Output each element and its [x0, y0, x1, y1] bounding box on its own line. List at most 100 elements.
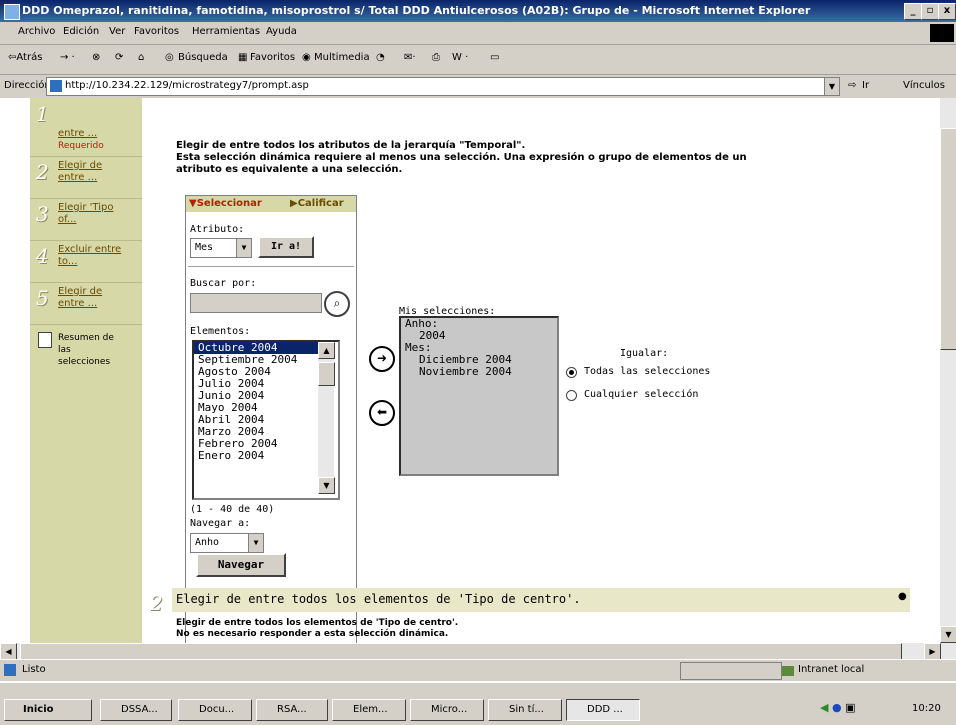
- search-icon[interactable]: ◎: [165, 52, 174, 63]
- scroll-right-icon[interactable]: ▶: [924, 643, 941, 660]
- selections-listbox[interactable]: Anho: 2004 Mes: Diciembre 2004 Noviembre…: [399, 316, 559, 476]
- maximize-button[interactable]: ▫: [921, 3, 939, 20]
- go-icon[interactable]: ⇨: [848, 80, 856, 91]
- discuss-icon[interactable]: ▭: [490, 52, 499, 63]
- nav-link[interactable]: entre ...: [58, 128, 97, 140]
- menu-herramientas[interactable]: Herramientas: [192, 26, 260, 37]
- task-button-7[interactable]: DDD ...: [566, 699, 640, 721]
- scroll-up-icon[interactable]: ▲: [318, 342, 335, 359]
- task-button-5[interactable]: Micro...: [410, 699, 484, 721]
- prompt-2-header[interactable]: Elegir de entre todos los elementos de '…: [172, 588, 910, 612]
- tray-icon[interactable]: ▣: [845, 701, 855, 714]
- task-button-2[interactable]: Docu...: [178, 699, 252, 721]
- search-input[interactable]: [190, 293, 322, 313]
- menu-ayuda[interactable]: Ayuda: [266, 26, 297, 37]
- history-icon[interactable]: ◔: [376, 52, 385, 63]
- navigate-button[interactable]: Navegar: [196, 553, 286, 577]
- status-text: Listo: [22, 664, 46, 675]
- task-button-1[interactable]: DSSA...: [100, 699, 172, 721]
- stop-icon[interactable]: ⊗: [92, 52, 100, 63]
- go-to-button[interactable]: Ir a!: [258, 236, 314, 258]
- page-status-icon: [4, 664, 16, 676]
- favorites-button[interactable]: Favoritos: [250, 52, 295, 63]
- refresh-icon[interactable]: ⟳: [115, 52, 123, 63]
- task-button-3[interactable]: RSA...: [256, 699, 328, 721]
- prompt-2-description: Elegir de entre todos los elementos de '…: [176, 618, 458, 640]
- scroll-thumb[interactable]: [940, 128, 956, 350]
- menu-favoritos[interactable]: Favoritos: [134, 26, 179, 37]
- nav-item-1[interactable]: 1 entre ... Requerido: [30, 98, 142, 157]
- menu-archivo[interactable]: Archivo: [18, 26, 55, 37]
- back-button[interactable]: ⇦Atrás: [8, 52, 42, 63]
- address-bar: Dirección http://10.234.22.129/microstra…: [0, 74, 956, 99]
- multimedia-button[interactable]: Multimedia: [314, 52, 370, 63]
- address-input[interactable]: http://10.234.22.129/microstrategy7/prom…: [46, 77, 840, 96]
- nav-link[interactable]: Excluir entre to...: [58, 244, 124, 268]
- navigate-value: Anho: [195, 537, 220, 548]
- attribute-select[interactable]: Mes ▼: [190, 238, 252, 258]
- links-button[interactable]: Vínculos: [903, 80, 945, 91]
- page-scrollbar-vertical[interactable]: ▼: [940, 98, 956, 643]
- menu-bar: Archivo Edición Ver Favoritos Herramient…: [0, 22, 956, 45]
- scroll-thumb[interactable]: [318, 362, 335, 386]
- task-button-4[interactable]: Elem...: [332, 699, 406, 721]
- radio-all[interactable]: [566, 367, 577, 378]
- listbox-scrollbar[interactable]: ▲ ▼: [318, 342, 335, 494]
- nav-link[interactable]: Elegir 'Tipo of...: [58, 202, 118, 226]
- scroll-left-icon[interactable]: ◀: [0, 643, 17, 660]
- scroll-down-icon[interactable]: ▼: [940, 626, 956, 643]
- menu-ver[interactable]: Ver: [109, 26, 125, 37]
- favorites-icon[interactable]: ▦: [238, 52, 247, 63]
- start-button[interactable]: Inicio: [4, 699, 92, 721]
- tab-select[interactable]: ▼Seleccionar: [189, 198, 262, 209]
- nav-item-5[interactable]: 5 Elegir de entre ...: [30, 282, 142, 325]
- nav-link[interactable]: Elegir de entre ...: [58, 160, 118, 184]
- nav-item-3[interactable]: 3 Elegir 'Tipo of...: [30, 198, 142, 241]
- search-icon[interactable]: ⌕: [324, 291, 350, 317]
- toolbar: ⇦Atrás → · ⊗ ⟳ ⌂ ◎ Búsqueda ▦ Favoritos …: [0, 44, 956, 75]
- nav-link[interactable]: Resumen de las selecciones: [58, 332, 118, 368]
- navigate-select[interactable]: Anho ▼: [190, 533, 264, 553]
- edit-icon[interactable]: W ·: [452, 52, 468, 63]
- prompt-2-number: 2: [150, 591, 163, 615]
- scroll-thumb[interactable]: [20, 643, 902, 660]
- elements-label: Elementos:: [190, 326, 251, 337]
- list-item[interactable]: Noviembre 2004: [401, 366, 557, 378]
- radio-any[interactable]: [566, 390, 577, 401]
- network-icon[interactable]: ●: [832, 701, 842, 714]
- page-scrollbar-horizontal[interactable]: ◀ ▶: [0, 643, 956, 660]
- nav-item-2[interactable]: 2 Elegir de entre ...: [30, 156, 142, 199]
- add-arrow-icon[interactable]: ➜: [369, 346, 395, 372]
- forward-icon[interactable]: → ·: [60, 52, 75, 63]
- address-dropdown-icon[interactable]: ▼: [824, 78, 839, 95]
- speaker-icon[interactable]: ◀: [820, 701, 828, 714]
- nav-item-summary[interactable]: Resumen de las selecciones: [30, 324, 142, 384]
- nav-item-4[interactable]: 4 Excluir entre to...: [30, 240, 142, 283]
- mail-icon[interactable]: ✉·: [404, 52, 416, 63]
- task-button-6[interactable]: Sin tí...: [488, 699, 562, 721]
- scroll-down-icon[interactable]: ▼: [318, 477, 335, 494]
- title-bar: DDD Omeprazol, ranitidina, famotidina, m…: [0, 0, 956, 22]
- close-button[interactable]: x: [938, 3, 956, 20]
- nav-number: 5: [36, 286, 49, 310]
- list-item[interactable]: Enero 2004: [194, 450, 318, 462]
- nav-number: 2: [36, 160, 49, 184]
- remove-arrow-icon[interactable]: ⬅: [369, 400, 395, 426]
- multimedia-icon[interactable]: ◉: [302, 52, 311, 63]
- home-icon[interactable]: ⌂: [138, 52, 144, 63]
- print-icon[interactable]: ⎙: [432, 52, 440, 63]
- go-button[interactable]: Ir: [862, 80, 869, 91]
- search-button[interactable]: Búsqueda: [178, 52, 228, 63]
- prompt-navigation: 1 entre ... Requerido 2 Elegir de entre …: [30, 98, 142, 643]
- nav-number: 1: [36, 102, 49, 126]
- tab-qualify[interactable]: ▶Calificar: [290, 198, 344, 209]
- elements-listbox[interactable]: Octubre 2004 Septiembre 2004 Agosto 2004…: [192, 340, 340, 500]
- nav-number: 3: [36, 202, 49, 226]
- menu-edicion[interactable]: Edición: [63, 26, 99, 37]
- address-url: http://10.234.22.129/microstrategy7/prom…: [65, 80, 309, 91]
- minimize-button[interactable]: _: [904, 3, 922, 20]
- radio-all-label: Todas las selecciones: [584, 366, 711, 377]
- nav-link[interactable]: Elegir de entre ...: [58, 286, 118, 310]
- windows-logo-icon: [930, 24, 954, 42]
- collapse-icon[interactable]: ●: [898, 591, 907, 602]
